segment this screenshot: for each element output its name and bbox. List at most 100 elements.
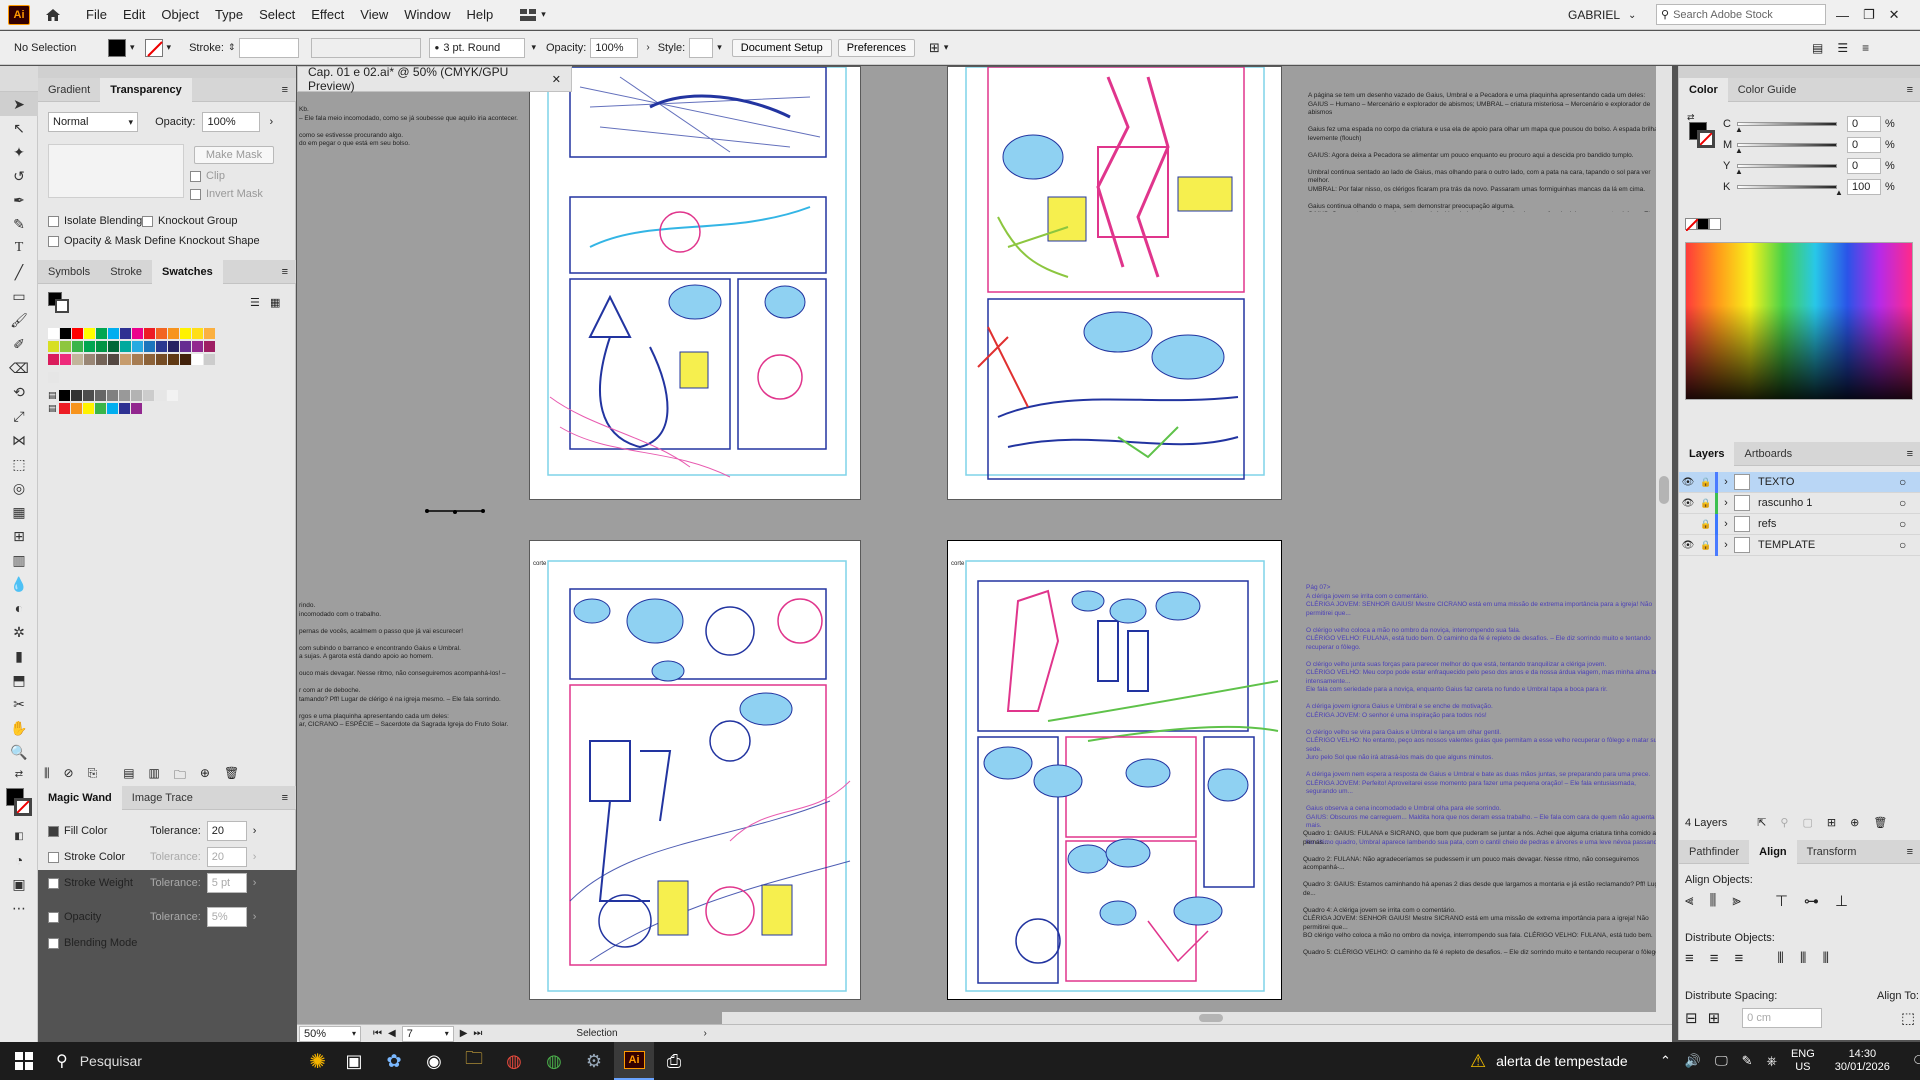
eraser-tool-icon[interactable]: ⌫ [0, 356, 38, 380]
channel-value[interactable]: 100 [1847, 179, 1881, 195]
swatch[interactable] [142, 390, 154, 401]
width-tool-icon[interactable]: ⋈ [0, 428, 38, 452]
tab-color[interactable]: Color [1679, 77, 1728, 102]
swatch[interactable] [108, 328, 119, 339]
snipping-tool-icon[interactable]: ⎙ [654, 1042, 694, 1080]
chrome-profile-icon[interactable]: ◍ [534, 1042, 574, 1080]
panel-menu-icon[interactable]: ≡ [282, 792, 288, 804]
clipping-mask-icon[interactable]: ▢ [1802, 816, 1812, 829]
align-vcenter-icon[interactable]: ⊶ [1804, 892, 1819, 910]
swatch[interactable] [96, 341, 107, 352]
stroke-color-tolerance-field[interactable]: 20 [206, 847, 247, 867]
channel-value[interactable]: 0 [1847, 116, 1881, 132]
swatch[interactable] [82, 390, 94, 401]
swatch[interactable] [48, 328, 59, 339]
mesh-tool-icon[interactable]: ⊞ [0, 524, 38, 548]
last-artboard-icon[interactable]: ⏭ [473, 1028, 482, 1039]
chevron-down-icon[interactable]: ▾ [717, 42, 722, 53]
swatch-libraries-icon[interactable]: ⫼ [44, 766, 50, 787]
task-view-icon[interactable]: ▣ [334, 1042, 374, 1080]
swatch[interactable] [108, 341, 119, 352]
shape-builder-tool-icon[interactable]: ◎ [0, 476, 38, 500]
chevron-down-icon[interactable]: ▾ [167, 42, 172, 53]
blending-mode-checkbox[interactable] [48, 937, 59, 949]
channel-slider[interactable]: ▲ [1737, 185, 1843, 197]
expand-chevron-icon[interactable]: › [1718, 539, 1734, 551]
transparency-opacity-field[interactable]: 100% [202, 112, 261, 132]
stroke-stepper-icon[interactable]: ⇕ [228, 42, 236, 53]
layer-row[interactable]: 👁 🔒 › TEXTO ○ [1679, 471, 1920, 493]
style-picker[interactable] [689, 37, 714, 58]
trash-icon[interactable]: 🗑 [1873, 816, 1887, 829]
swatch[interactable] [156, 354, 167, 365]
close-icon[interactable]: ✕ [552, 73, 561, 86]
chevron-down-icon[interactable]: ▾ [445, 1029, 449, 1038]
swatch[interactable] [144, 328, 155, 339]
invert-mask-checkbox[interactable] [190, 188, 201, 200]
script-text-panels[interactable]: Quadro 1: GAIUS: FULANA e SICRANO, que b… [1303, 830, 1665, 990]
color-spectrum[interactable] [1685, 242, 1913, 400]
swap-fill-stroke-icon[interactable]: ⇄ [0, 764, 38, 784]
column-graph-tool-icon[interactable]: ▮ [0, 644, 38, 668]
swatch[interactable] [204, 341, 215, 352]
fill-swatch[interactable] [108, 38, 126, 57]
clip-checkbox[interactable] [190, 170, 201, 182]
stroke-color-icon[interactable] [14, 798, 32, 816]
tab-pathfinder[interactable]: Pathfinder [1679, 840, 1749, 864]
swatch[interactable] [144, 341, 155, 352]
swatch[interactable] [106, 390, 118, 401]
opacity-tolerance-field[interactable]: 5% [206, 907, 247, 927]
chevron-down-icon[interactable]: ▾ [130, 42, 135, 53]
swatch[interactable] [82, 403, 94, 414]
volume-icon[interactable]: 🔊 [1685, 1053, 1701, 1069]
new-layer-icon[interactable]: ⊕ [1850, 816, 1859, 829]
chevron-down-icon[interactable]: ⌄ [1628, 10, 1636, 21]
document-setup-button[interactable]: Document Setup [731, 38, 832, 57]
input-language[interactable]: ENG US [1791, 1048, 1815, 1074]
paintbrush-tool-icon[interactable]: 🖌 [0, 308, 38, 332]
slider-thumb[interactable]: ▲ [1735, 125, 1743, 134]
opacity-mask-knockout-option[interactable]: Opacity & Mask Define Knockout Shape [48, 235, 260, 247]
swatch[interactable] [94, 403, 106, 414]
distribute-right-icon[interactable]: ⦀ [1823, 950, 1830, 967]
panel-menu-icon[interactable]: ≡ [282, 84, 288, 96]
lock-icon[interactable]: 🔒 [1697, 498, 1715, 509]
script-text-top-right[interactable]: A página se tem um desenho vazado de Gai… [1308, 92, 1666, 212]
pen-tool-icon[interactable]: ✒ [0, 188, 38, 212]
blend-tool-icon[interactable]: ◐ [0, 596, 38, 620]
none-color-icon[interactable] [1685, 218, 1721, 231]
vertical-scrollbar[interactable] [1656, 66, 1672, 1024]
fill-stroke-widget[interactable] [0, 784, 38, 824]
script-text-top-left[interactable]: Kb. – Ele fala meio incomodado, como se … [299, 106, 519, 149]
visibility-eye-icon[interactable]: 👁 [1679, 540, 1697, 551]
panel-toggle-icon[interactable]: ▤ [1812, 41, 1823, 55]
zoom-field[interactable]: 50% ▾ [299, 1025, 361, 1042]
user-name[interactable]: GABRIEL [1568, 8, 1620, 22]
blend-mode-select[interactable]: Normal ▾ [48, 112, 138, 132]
swatch[interactable] [60, 354, 71, 365]
swatch[interactable] [168, 328, 179, 339]
menu-help[interactable]: Help [458, 0, 501, 30]
menu-object[interactable]: Object [153, 0, 207, 30]
channel-slider[interactable]: ▲ [1735, 122, 1837, 134]
swatch[interactable] [180, 354, 191, 365]
swatch[interactable] [156, 328, 167, 339]
swatch[interactable] [120, 328, 131, 339]
swatch[interactable] [144, 354, 155, 365]
slider-thumb[interactable]: ▲ [1735, 167, 1743, 176]
tab-image-trace[interactable]: Image Trace [122, 786, 203, 810]
network-icon[interactable]: ⎈ [1767, 1053, 1777, 1069]
channel-value[interactable]: 0 [1847, 158, 1881, 174]
swatch[interactable] [72, 341, 83, 352]
chrome-icon[interactable]: ◍ [494, 1042, 534, 1080]
lasso-tool-icon[interactable]: ↺ [0, 164, 38, 188]
chevron-right-icon[interactable]: › [270, 116, 274, 128]
stray-path[interactable] [425, 506, 485, 516]
gradient-tool-icon[interactable]: ▥ [0, 548, 38, 572]
new-sublayer-icon[interactable]: ⊞ [1827, 816, 1836, 829]
artboard-page-4[interactable]: corte [947, 540, 1282, 1000]
isolate-blending-option[interactable]: Isolate Blending [48, 215, 142, 227]
expand-chevron-icon[interactable]: › [1718, 497, 1734, 509]
fill-tolerance-field[interactable]: 20 [206, 821, 247, 841]
align-right-icon[interactable]: ⫸ [1732, 892, 1740, 910]
